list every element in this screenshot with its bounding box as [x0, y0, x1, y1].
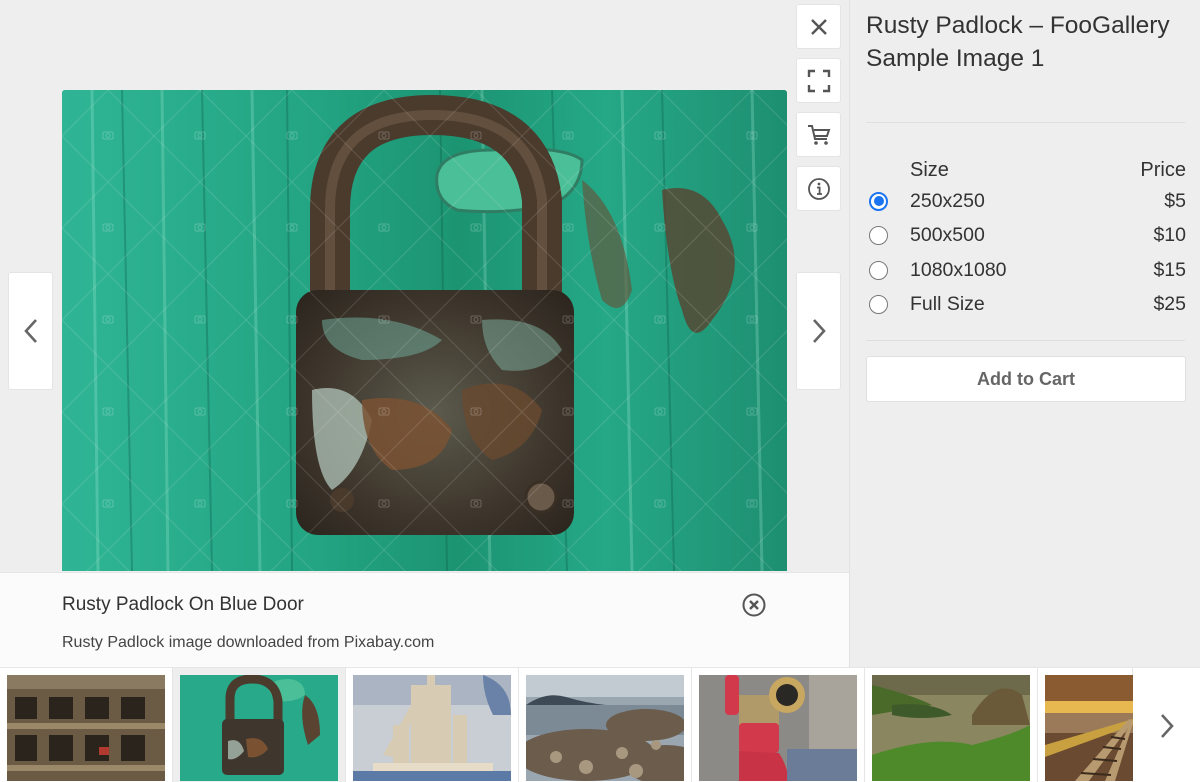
add-to-cart-button[interactable]: Add to Cart: [866, 356, 1186, 402]
chevron-right-icon: [1160, 713, 1174, 738]
size-label: 1080x1080: [910, 258, 1007, 281]
prev-image-button[interactable]: [8, 272, 53, 390]
price-row[interactable]: 1080x1080 $15: [866, 253, 1186, 288]
size-radio[interactable]: [869, 226, 888, 246]
thumbnail-image: [353, 675, 511, 781]
product-panel: Rusty Padlock – FooGallery Sample Image …: [849, 0, 1200, 667]
thumbnail-shoreline[interactable]: [519, 668, 692, 782]
thumbnail-building[interactable]: [0, 668, 173, 782]
thumbnail-moss[interactable]: [865, 668, 1038, 782]
fullscreen-button[interactable]: [796, 58, 841, 103]
price-header: Price: [1140, 158, 1186, 181]
thumbnail-hydrant[interactable]: [692, 668, 865, 782]
thumbnail-image: [872, 675, 1030, 781]
price-table: Size Price 250x250 $5 500x500 $10 1080x1…: [866, 156, 1186, 322]
info-icon: [807, 177, 830, 200]
thumbnail-image: [180, 675, 338, 781]
chevron-right-icon: [812, 319, 826, 343]
thumbnail-image: [699, 675, 857, 781]
price-row[interactable]: 500x500 $10: [866, 219, 1186, 254]
caption-title: Rusty Padlock On Blue Door: [62, 594, 304, 615]
price-value: $15: [1153, 258, 1186, 281]
circle-x-icon: [742, 593, 766, 617]
price-value: $25: [1153, 293, 1186, 316]
thumbnail-strip: [0, 667, 1200, 782]
caption-bar: Rusty Padlock On Blue Door Rusty Padlock…: [0, 572, 849, 667]
main-image: [62, 90, 787, 571]
next-image-button[interactable]: [796, 272, 841, 390]
panel-title: Rusty Padlock – FooGallery Sample Image …: [866, 12, 1170, 72]
cart-icon: [807, 124, 830, 145]
info-button[interactable]: [796, 166, 841, 211]
price-row[interactable]: 250x250 $5: [866, 184, 1186, 219]
thumbnail-image: [526, 675, 684, 781]
close-icon: [810, 18, 827, 35]
thumbnail-railway[interactable]: [1038, 668, 1133, 782]
thumbnail-image: [1045, 675, 1133, 781]
caption-close-button[interactable]: [742, 593, 766, 617]
thumbnails-next-button[interactable]: [1133, 668, 1200, 782]
size-label: 250x250: [910, 189, 985, 212]
divider: [866, 340, 1185, 341]
lightbox-stage: [0, 0, 849, 572]
size-label: Full Size: [910, 293, 985, 316]
size-radio[interactable]: [869, 260, 888, 280]
chevron-left-icon: [23, 319, 37, 343]
price-value: $5: [1164, 189, 1186, 212]
thumbnail-padlock[interactable]: [173, 668, 346, 782]
size-label: 500x500: [910, 224, 985, 247]
size-radio-selected[interactable]: [869, 191, 888, 211]
size-header: Size: [910, 158, 949, 181]
fullscreen-icon: [807, 69, 830, 92]
price-table-header: Size Price: [866, 156, 1186, 184]
cart-button[interactable]: [796, 112, 841, 157]
thumbnail-sandcastle[interactable]: [346, 668, 519, 782]
price-row[interactable]: Full Size $25: [866, 288, 1186, 323]
price-value: $10: [1153, 224, 1186, 247]
size-radio[interactable]: [869, 295, 888, 315]
close-button[interactable]: [796, 4, 841, 49]
caption-description: Rusty Padlock image downloaded from Pixa…: [62, 634, 435, 651]
divider: [866, 122, 1185, 123]
padlock-photo: [62, 90, 787, 571]
thumbnail-image: [7, 675, 165, 781]
